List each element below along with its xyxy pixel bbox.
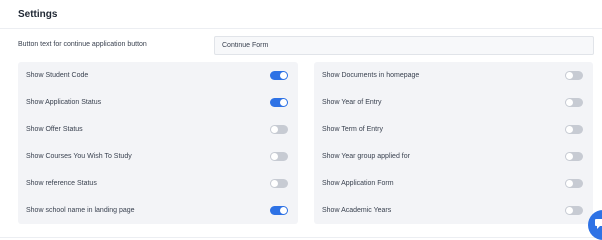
toggle-knob <box>566 72 573 79</box>
setting-row-show-courses: Show Courses You Wish To Study <box>18 143 298 170</box>
toggle-show-offer-status[interactable] <box>270 125 288 134</box>
settings-page: Settings Button text for continue applic… <box>0 0 602 240</box>
setting-row-show-reference-status: Show reference Status <box>18 170 298 197</box>
left-settings-panel: Show Student Code Show Application Statu… <box>18 62 298 224</box>
setting-row-show-application-status: Show Application Status <box>18 89 298 116</box>
page-title: Settings <box>18 9 58 20</box>
setting-row-show-term-of-entry: Show Term of Entry <box>314 116 593 143</box>
setting-label: Show Student Code <box>26 72 89 79</box>
toggle-knob <box>566 99 573 106</box>
setting-label: Show school name in landing page <box>26 207 135 214</box>
setting-row-show-year-group: Show Year group applied for <box>314 143 593 170</box>
setting-label: Show reference Status <box>26 180 97 187</box>
setting-row-show-academic-years: Show Academic Years <box>314 197 593 224</box>
setting-row-show-offer-status: Show Offer Status <box>18 116 298 143</box>
setting-label: Show Academic Years <box>322 207 392 214</box>
setting-label: Show Year group applied for <box>322 153 410 160</box>
bottom-divider <box>0 237 602 238</box>
toggle-knob <box>566 126 573 133</box>
setting-row-show-student-code: Show Student Code <box>18 62 298 89</box>
toggle-knob <box>280 72 287 79</box>
toggle-knob <box>271 126 278 133</box>
toggle-show-year-group[interactable] <box>565 152 583 161</box>
toggle-show-application-status[interactable] <box>270 98 288 107</box>
toggle-show-reference-status[interactable] <box>270 179 288 188</box>
toggle-show-term-of-entry[interactable] <box>565 125 583 134</box>
toggle-knob <box>280 207 287 214</box>
setting-label: Show Application Form <box>322 180 394 187</box>
setting-row-show-application-form: Show Application Form <box>314 170 593 197</box>
toggle-show-documents[interactable] <box>565 71 583 80</box>
setting-label: Show Documents in homepage <box>322 72 420 79</box>
toggle-show-courses[interactable] <box>270 152 288 161</box>
setting-row-show-documents: Show Documents in homepage <box>314 62 593 89</box>
toggle-show-year-of-entry[interactable] <box>565 98 583 107</box>
toggle-show-application-form[interactable] <box>565 179 583 188</box>
toggle-knob <box>271 153 278 160</box>
setting-row-show-year-of-entry: Show Year of Entry <box>314 89 593 116</box>
title-divider <box>0 28 602 29</box>
right-settings-panel: Show Documents in homepage Show Year of … <box>314 62 593 224</box>
toggle-show-school-name[interactable] <box>270 206 288 215</box>
toggle-knob <box>280 99 287 106</box>
setting-row-show-school-name: Show school name in landing page <box>18 197 298 224</box>
continue-button-text-input[interactable] <box>214 36 594 55</box>
chat-icon <box>595 219 602 229</box>
toggle-knob <box>271 180 278 187</box>
setting-label: Show Year of Entry <box>322 99 382 106</box>
setting-label: Show Term of Entry <box>322 126 383 133</box>
toggle-knob <box>566 153 573 160</box>
toggle-knob <box>566 180 573 187</box>
continue-button-text-label: Button text for continue application but… <box>18 41 147 48</box>
setting-label: Show Application Status <box>26 99 102 106</box>
toggle-knob <box>566 207 573 214</box>
setting-label: Show Courses You Wish To Study <box>26 153 132 160</box>
toggle-show-student-code[interactable] <box>270 71 288 80</box>
toggle-show-academic-years[interactable] <box>565 206 583 215</box>
setting-label: Show Offer Status <box>26 126 83 133</box>
